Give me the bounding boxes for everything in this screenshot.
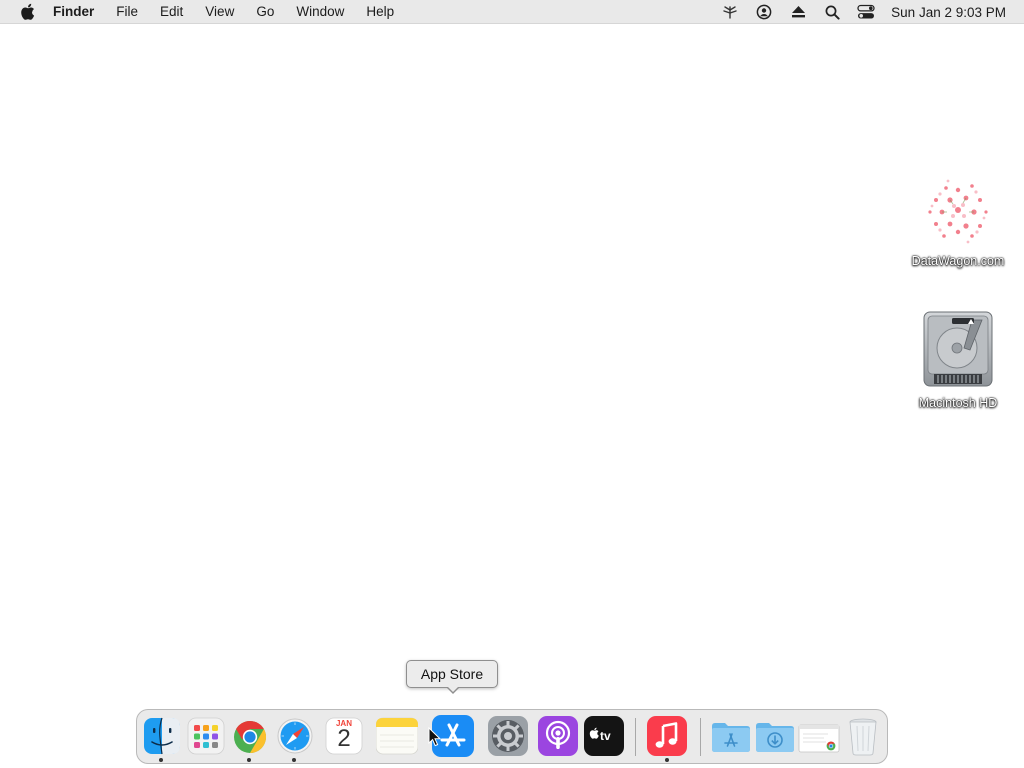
menu-go[interactable]: Go — [245, 0, 285, 24]
menu-bar: Finder File Edit View Go Window Help Sun… — [0, 0, 1024, 24]
desktop-item-label: Macintosh HD — [918, 396, 998, 410]
desktop-item-datawagon[interactable]: DataWagon.com — [898, 172, 1018, 270]
menu-help[interactable]: Help — [355, 0, 405, 24]
menu-window[interactable]: Window — [285, 0, 355, 24]
running-indicator-finder — [159, 758, 163, 762]
floral-image-icon — [928, 179, 988, 244]
dock-item-calendar[interactable]: JAN 2 — [323, 715, 365, 757]
apple-tv-icon: tv — [584, 716, 624, 756]
gear-icon — [488, 716, 528, 756]
dock-separator — [635, 718, 636, 756]
dock-item-chrome[interactable] — [229, 715, 271, 757]
applications-folder-icon — [712, 723, 750, 752]
menu-view[interactable]: View — [194, 0, 245, 24]
finder-icon — [144, 717, 180, 755]
search-icon[interactable] — [823, 3, 841, 21]
tooltip-tail-fill — [447, 686, 459, 692]
safari-icon — [277, 718, 313, 754]
dock-item-podcasts[interactable] — [537, 715, 579, 757]
eject-icon[interactable] — [789, 3, 807, 21]
menu-file[interactable]: File — [105, 0, 149, 24]
notes-icon — [376, 717, 418, 755]
launchpad-icon — [187, 717, 225, 755]
hard-drive-icon — [923, 311, 993, 387]
trash-icon — [849, 718, 877, 756]
desktop[interactable]: Finder File Edit View Go Window Help Sun… — [0, 0, 1024, 768]
dock-item-launchpad[interactable] — [185, 715, 227, 757]
apple-menu-icon[interactable] — [19, 3, 35, 20]
dock-item-downloads-folder[interactable] — [754, 715, 796, 757]
menu-finder[interactable]: Finder — [53, 0, 105, 24]
dock-tooltip: App Store — [406, 660, 498, 688]
mouse-cursor-icon — [428, 727, 442, 747]
user-icon[interactable] — [755, 3, 773, 21]
dock-item-safari[interactable] — [274, 715, 316, 757]
running-indicator-safari — [292, 758, 296, 762]
dock-item-music[interactable] — [646, 715, 688, 757]
menubar-clock[interactable]: Sun Jan 2 9:03 PM — [891, 5, 1006, 20]
chrome-icon — [234, 720, 267, 754]
document-icon — [798, 724, 840, 753]
dock-item-finder[interactable] — [141, 715, 183, 757]
dock-item-trash[interactable] — [842, 715, 884, 757]
dock-item-notes[interactable] — [376, 715, 418, 757]
dock-item-system-preferences[interactable] — [487, 715, 529, 757]
menu-edit[interactable]: Edit — [149, 0, 194, 24]
running-indicator-music — [665, 758, 669, 762]
calendar-day: 2 — [337, 725, 351, 752]
dock-item-applications-folder[interactable] — [710, 715, 752, 757]
running-indicator-chrome — [247, 758, 251, 762]
desktop-item-label: DataWagon.com — [911, 254, 1005, 268]
control-center-icon[interactable] — [857, 3, 875, 21]
dock-item-recent-document[interactable] — [798, 715, 840, 757]
network-icon[interactable] — [721, 3, 739, 21]
downloads-folder-icon — [756, 723, 794, 752]
dock-separator — [700, 718, 701, 756]
music-icon — [647, 716, 687, 756]
desktop-item-macintosh-hd[interactable]: Macintosh HD — [898, 310, 1018, 412]
dock-item-tv[interactable]: tv — [583, 715, 625, 757]
podcasts-icon — [538, 716, 578, 756]
svg-text:tv: tv — [600, 729, 611, 743]
dock: JAN 2 tv — [136, 709, 888, 764]
